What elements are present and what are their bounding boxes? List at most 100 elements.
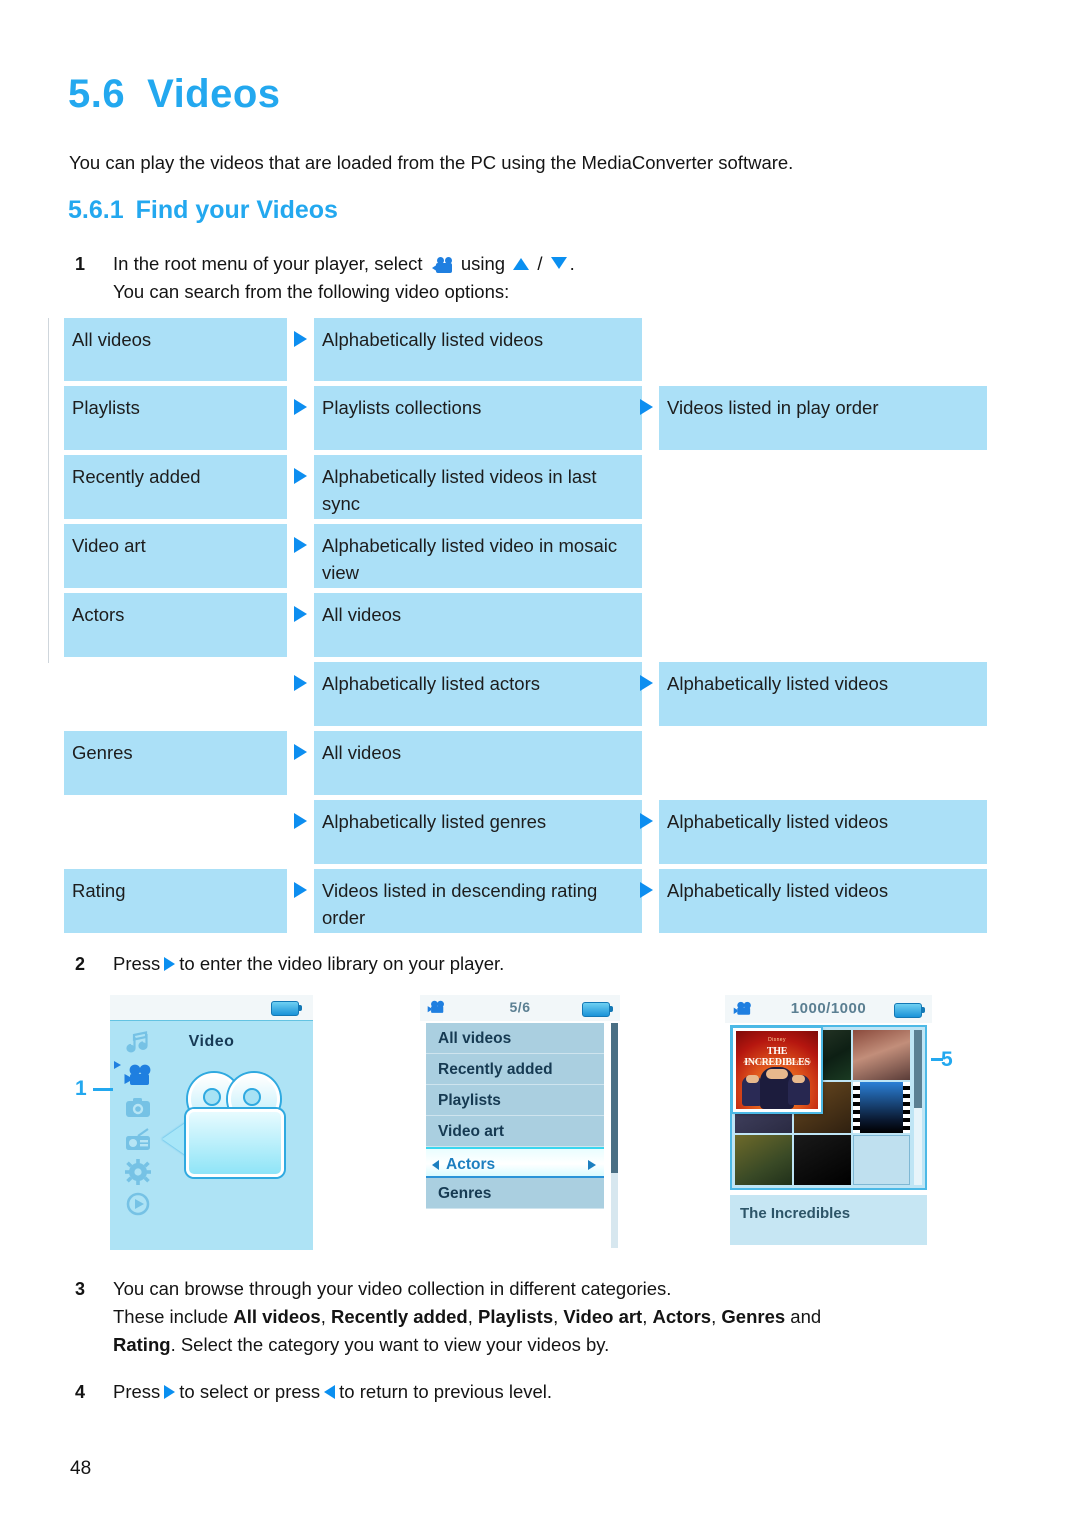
video-camera-icon[interactable]: [124, 1063, 152, 1089]
status-bar: 1000/1000: [725, 995, 932, 1023]
table-cell-col3: Alphabetically listed videos: [659, 869, 987, 933]
step-2-text-a: Press: [113, 953, 161, 974]
table-row: Genres All videos: [64, 731, 1004, 800]
battery-icon: [271, 1001, 302, 1016]
margin-rule: [48, 318, 49, 663]
thumbnail-filmstrip[interactable]: [853, 1082, 910, 1133]
selected-thumbnail-title: THE INCREDIBLES: [744, 1046, 810, 1068]
thumbnail[interactable]: [735, 1134, 792, 1185]
thumbnail[interactable]: [853, 1030, 910, 1081]
list-item-actors[interactable]: Actors: [426, 1147, 604, 1178]
category-recently-added: Recently added: [331, 1306, 468, 1327]
step-3-line-2-lead: These include: [113, 1306, 229, 1327]
video-camera-illustration: [162, 1073, 292, 1183]
list-item-video-art[interactable]: Video art: [426, 1116, 604, 1147]
step-3-body: You can browse through your video collec…: [113, 1275, 1015, 1359]
category-video-art: Video art: [563, 1306, 643, 1327]
category-playlists: Playlists: [478, 1306, 554, 1327]
music-note-icon[interactable]: [124, 1031, 152, 1057]
step-3: 3 You can browse through your video coll…: [75, 1275, 1015, 1359]
root-menu-icon-column: [124, 1031, 158, 1223]
table-cell-col2: All videos: [314, 731, 642, 795]
section-number: 5.6: [68, 72, 126, 116]
page-title: 5.6 Videos: [68, 72, 281, 117]
thumbnail-empty[interactable]: [853, 1134, 910, 1185]
step-1-line-2: You can search from the following video …: [113, 281, 510, 302]
step-1-body: In the root menu of your player, select …: [113, 250, 975, 306]
arrow-right-icon: [588, 1160, 596, 1170]
sep: ,: [553, 1306, 559, 1327]
category-rating: Rating: [113, 1334, 171, 1355]
table-row: Playlists Playlists collections Videos l…: [64, 386, 1004, 455]
table-cell-col2: Alphabetically listed video in mosaic vi…: [314, 524, 642, 588]
row-arrow-icon: [640, 675, 653, 691]
row-arrow-icon: [294, 813, 307, 829]
list-item-recently-added[interactable]: Recently added: [426, 1054, 604, 1085]
table-cell-col1: All videos: [64, 318, 287, 381]
video-category-list: All videos Recently added Playlists Vide…: [426, 1023, 604, 1209]
arrow-right-icon: [164, 957, 176, 971]
table-row: Recently added Alphabetically listed vid…: [64, 455, 1004, 524]
callout-5-leader-line: [931, 1058, 943, 1061]
step-2-number: 2: [75, 954, 86, 974]
step-4-body: Press to select or press to return to prev…: [113, 1378, 975, 1406]
status-bar: 5/6: [420, 995, 620, 1021]
table-row: Video art Alphabetically listed video in…: [64, 524, 1004, 593]
table-row: Rating Videos listed in descending ratin…: [64, 869, 1004, 938]
category-genres: Genres: [721, 1306, 786, 1327]
table-cell-col1: Genres: [64, 731, 287, 795]
table-row: Alphabetically listed genres Alphabetica…: [64, 800, 1004, 869]
row-arrow-icon: [640, 399, 653, 415]
sep: ,: [642, 1306, 648, 1327]
step-2: 2 Press to enter the video library on you…: [75, 950, 975, 978]
table-cell-col1: Video art: [64, 524, 287, 588]
screenshot-root-menu: Video: [110, 995, 313, 1250]
status-bar: [110, 995, 313, 1021]
battery-icon: [582, 1002, 613, 1017]
subsection-number: 5.6.1: [68, 196, 124, 224]
list-item-genres[interactable]: Genres: [426, 1178, 604, 1209]
camera-icon[interactable]: [124, 1095, 152, 1121]
step-3-line-3: . Select the category you want to view y…: [170, 1334, 610, 1355]
subsection-label: Find your Videos: [135, 196, 338, 224]
radio-icon[interactable]: [124, 1127, 152, 1153]
step-3-and: and: [790, 1306, 822, 1327]
sep: ,: [711, 1306, 717, 1327]
row-arrow-icon: [294, 744, 307, 760]
callout-1: 1: [75, 1077, 87, 1100]
video-camera-icon: [431, 257, 452, 273]
step-2-body: Press to enter the video library on your …: [113, 950, 975, 978]
thumbnail[interactable]: [794, 1134, 851, 1185]
selected-thumbnail[interactable]: Disney THE INCREDIBLES A PIXAR ANIMATION…: [733, 1028, 821, 1112]
list-item-all-videos[interactable]: All videos: [426, 1023, 604, 1054]
step-1-text-a: In the root menu of your player, select: [113, 253, 423, 274]
step-4: 4 Press to select or press to return to pr…: [75, 1378, 975, 1406]
screenshot-video-library-list: 5/6 All videos Recently added Playlists …: [420, 995, 620, 1250]
scrollbar[interactable]: [611, 1023, 618, 1248]
section-title: Videos: [147, 72, 281, 116]
step-2-text-b: to enter the video library on your playe…: [179, 953, 505, 974]
step-4-text-c: to return to previous level.: [339, 1381, 553, 1402]
row-arrow-icon: [294, 537, 307, 553]
video-options-table: All videos Alphabetically listed videos …: [64, 318, 1004, 938]
table-cell-col3: Videos listed in play order: [659, 386, 987, 450]
table-row: Actors All videos: [64, 593, 1004, 662]
step-1-text-c: /: [537, 253, 543, 274]
scrollbar[interactable]: [914, 1030, 922, 1185]
table-cell-col1: Recently added: [64, 455, 287, 519]
row-arrow-icon: [294, 468, 307, 484]
table-cell-col1: Playlists: [64, 386, 287, 450]
gear-icon[interactable]: [124, 1159, 152, 1185]
sep: ,: [320, 1306, 326, 1327]
callout-1-leader-line: [93, 1088, 113, 1091]
table-cell-col1: [64, 662, 287, 726]
screenshot-video-art-mosaic: 1000/1000 Disney THE INCREDIBLES A PIXAR…: [725, 995, 932, 1250]
play-circle-icon[interactable]: [124, 1191, 152, 1217]
video-title-caption: The Incredibles: [730, 1195, 927, 1245]
table-cell-col3: Alphabetically listed videos: [659, 662, 987, 726]
arrow-right-icon: [164, 1385, 176, 1399]
step-1-text-b: using: [460, 253, 506, 274]
row-arrow-icon: [294, 675, 307, 691]
list-item-playlists[interactable]: Playlists: [426, 1085, 604, 1116]
arrow-left-icon: [432, 1160, 439, 1170]
